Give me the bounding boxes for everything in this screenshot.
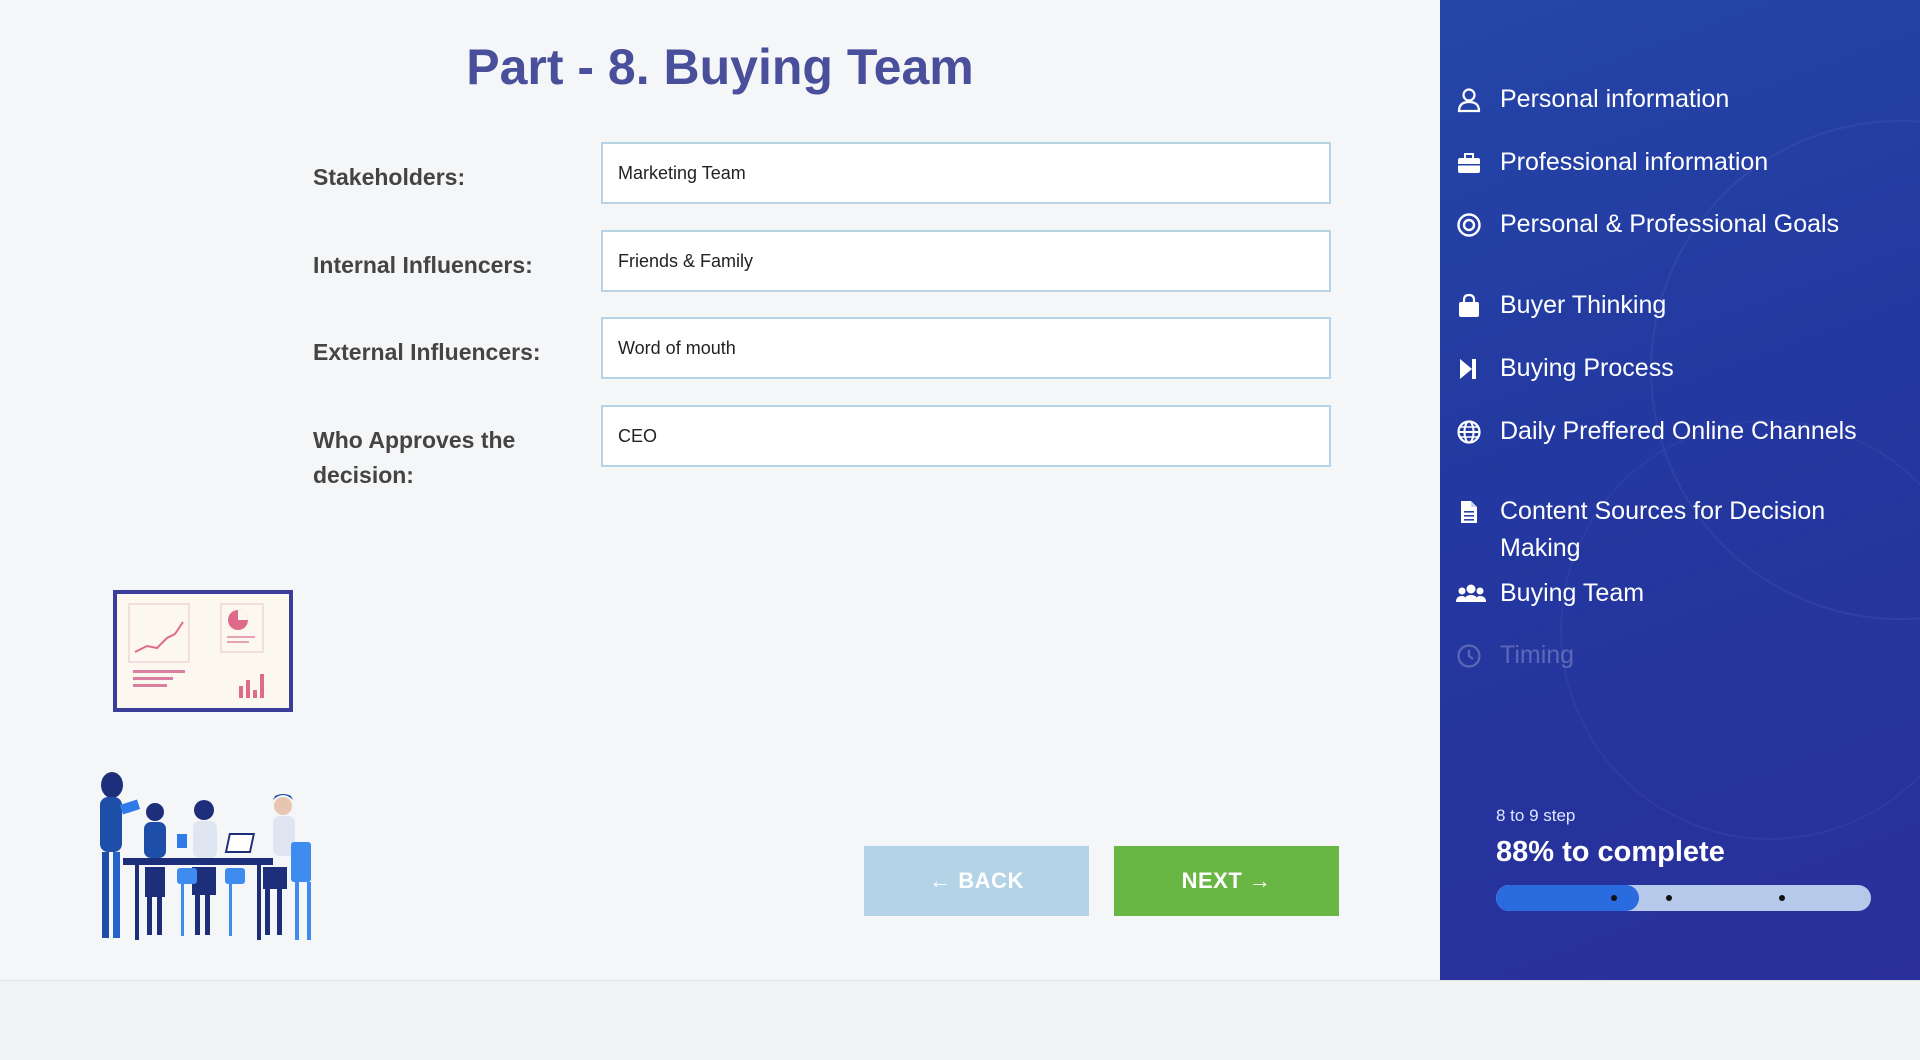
sidebar-item-label: Personal & Professional Goals [1500, 210, 1840, 238]
sidebar-item-label: Content Sources for Decision Making [1500, 497, 1826, 562]
sidebar-item-label: Timing [1500, 641, 1575, 669]
progress-step-dot [1666, 895, 1672, 901]
steps-sidebar: Personal information Professional inform… [1440, 0, 1920, 980]
internal-influencers-input[interactable] [601, 230, 1331, 292]
back-button-label: BACK [958, 868, 1024, 893]
target-icon [1456, 212, 1482, 238]
user-icon [1456, 87, 1482, 113]
sidebar-item-label: Buyer Thinking [1500, 291, 1667, 319]
team-meeting-illustration [95, 772, 320, 954]
approver-input[interactable] [601, 405, 1331, 467]
internal-influencers-label: Internal Influencers: [313, 252, 533, 278]
back-button[interactable]: ← BACK [864, 846, 1089, 916]
external-influencers-label: External Influencers: [313, 339, 541, 365]
sidebar-item-label: Daily Preffered Online Channels [1500, 417, 1857, 445]
main-content: Part - 8. Buying Team Stakeholders: Inte… [0, 0, 1440, 980]
progress-bar-fill [1496, 885, 1639, 911]
page-title: Part - 8. Buying Team [466, 39, 974, 95]
step-counter: 8 to 9 step [1496, 806, 1576, 825]
sidebar-item-label: Professional information [1500, 148, 1769, 176]
approver-label: Who Approves the decision: [313, 427, 516, 488]
progress-step-dot [1779, 895, 1785, 901]
completion-text: 88% to complete [1496, 836, 1725, 868]
bottom-strip [0, 980, 1920, 1060]
briefcase-icon [1456, 150, 1482, 176]
external-influencers-input[interactable] [601, 317, 1331, 379]
shopping-bag-icon [1456, 293, 1482, 319]
clock-icon [1456, 643, 1482, 669]
sidebar-item-label: Personal information [1500, 85, 1730, 113]
users-icon [1456, 581, 1486, 607]
next-button-label: NEXT [1181, 868, 1243, 893]
arrow-right-icon: → [1248, 868, 1272, 893]
file-icon [1456, 499, 1482, 525]
step-forward-icon [1456, 356, 1482, 382]
progress-step-dot [1611, 895, 1617, 901]
sidebar-decoration [1560, 420, 1920, 840]
globe-icon [1456, 419, 1482, 445]
arrow-left-icon: ← [929, 868, 952, 893]
presentation-board-illustration [113, 590, 293, 712]
sidebar-item-label: Buying Process [1500, 354, 1674, 382]
progress-bar [1496, 885, 1871, 911]
next-button[interactable]: NEXT → [1114, 846, 1339, 916]
sidebar-item-label: Buying Team [1500, 579, 1645, 607]
stakeholders-label: Stakeholders: [313, 164, 466, 190]
stakeholders-input[interactable] [601, 142, 1331, 204]
